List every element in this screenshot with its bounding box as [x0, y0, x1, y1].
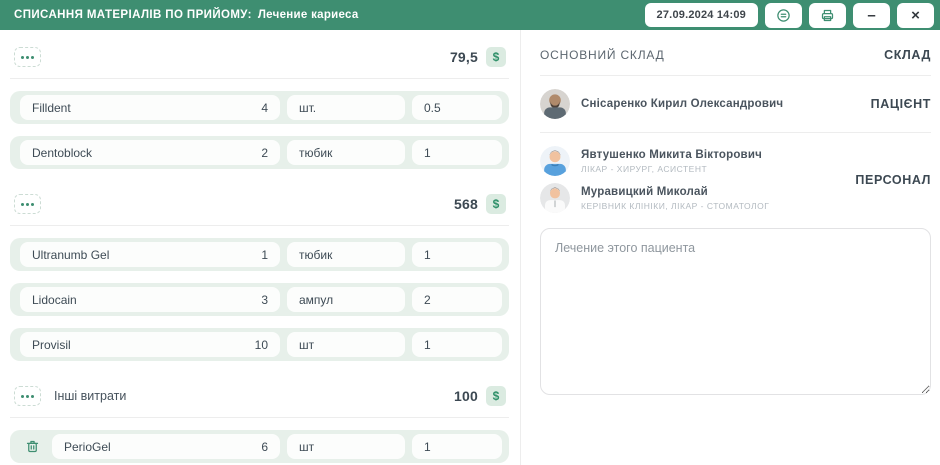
group-options-button[interactable] [14, 47, 41, 67]
staff-name: Явтушенко Микита Вікторович [581, 149, 762, 161]
material-group-other: Інші витрати 100 $ PerioGel 6 шт [10, 384, 509, 463]
equals-circle-icon [776, 8, 791, 23]
material-qty: 1 [261, 248, 268, 262]
material-qty: 2 [261, 146, 268, 160]
materials-panel: 79,5 $ Filldent 4 шт. 0.5 Dentoblock 2 [0, 30, 521, 465]
currency-badge: $ [486, 386, 506, 406]
material-name-field[interactable]: Filldent 4 [20, 95, 280, 120]
group-amount: 100 [454, 388, 478, 404]
material-name: PerioGel [64, 440, 111, 454]
material-qty: 3 [261, 293, 268, 307]
currency-badge: $ [486, 194, 506, 214]
material-row: Lidocain 3 ампул 2 [10, 283, 509, 316]
material-row: Provisil 10 шт 1 [10, 328, 509, 361]
material-rate-field[interactable]: 2 [412, 287, 502, 312]
material-unit-field[interactable]: ампул [287, 287, 405, 312]
material-name-field[interactable]: PerioGel 6 [52, 434, 280, 459]
patient-avatar [540, 89, 570, 119]
note-textarea[interactable]: Лечение этого пациента [540, 228, 931, 395]
trash-icon [25, 439, 40, 454]
group-header: 79,5 $ [10, 45, 509, 69]
staff-row[interactable]: Явтушенко Микита Вікторович ЛІКАР - ХИРУ… [540, 146, 931, 176]
divider [10, 417, 509, 418]
staff-info: Муравицкий Миколай КЕРІВНИК КЛІНІКИ, ЛІК… [581, 186, 769, 211]
titlebar: СПИСАННЯ МАТЕРІАЛІВ ПО ПРИЙОМУ: Лечение … [0, 0, 940, 30]
printer-icon [820, 8, 835, 23]
material-name: Filldent [32, 101, 71, 115]
material-row: Ultranumb Gel 1 тюбик 1 [10, 238, 509, 271]
print-button[interactable] [809, 3, 846, 28]
datetime-field[interactable]: 27.09.2024 14:09 [645, 3, 758, 27]
group-amount: 568 [454, 196, 478, 212]
staff-avatar [540, 183, 570, 213]
divider [540, 75, 931, 76]
material-name: Lidocain [32, 293, 77, 307]
divider [540, 132, 931, 133]
warehouse-row: ОСНОВНИЙ СКЛАД СКЛАД [540, 48, 931, 62]
group-label: Інші витрати [54, 389, 126, 403]
window-title: СПИСАННЯ МАТЕРІАЛІВ ПО ПРИЙОМУ: [14, 9, 252, 21]
material-unit-field[interactable]: шт [287, 332, 405, 357]
material-qty: 6 [261, 440, 268, 454]
material-group-1: 79,5 $ Filldent 4 шт. 0.5 Dentoblock 2 [10, 45, 509, 169]
personnel-section: Явтушенко Микита Вікторович ЛІКАР - ХИРУ… [540, 146, 931, 213]
staff-name: Муравицкий Миколай [581, 186, 769, 198]
material-name-field[interactable]: Ultranumb Gel 1 [20, 242, 280, 267]
group-options-button[interactable] [14, 194, 41, 214]
material-row: Dentoblock 2 тюбик 1 [10, 136, 509, 169]
material-unit-field[interactable]: тюбик [287, 242, 405, 267]
material-unit-field[interactable]: тюбик [287, 140, 405, 165]
main-content: 79,5 $ Filldent 4 шт. 0.5 Dentoblock 2 [0, 30, 940, 465]
staff-avatar [540, 146, 570, 176]
group-options-button[interactable] [14, 386, 41, 406]
warehouse-name[interactable]: ОСНОВНИЙ СКЛАД [540, 48, 665, 62]
group-header: 568 $ [10, 192, 509, 216]
material-rate-field[interactable]: 0.5 [412, 95, 502, 120]
material-qty: 4 [261, 101, 268, 115]
material-unit-field[interactable]: шт. [287, 95, 405, 120]
group-header: Інші витрати 100 $ [10, 384, 509, 408]
minimize-button[interactable]: – [853, 3, 890, 28]
material-rate-field[interactable]: 1 [412, 434, 502, 459]
material-qty: 10 [255, 338, 268, 352]
details-panel: ОСНОВНИЙ СКЛАД СКЛАД Снісаренко Кирил Ол… [521, 30, 940, 465]
material-name: Provisil [32, 338, 71, 352]
procedure-name: Лечение кариеса [258, 9, 359, 21]
material-rate-field[interactable]: 1 [412, 140, 502, 165]
divider [10, 225, 509, 226]
material-unit-field[interactable]: шт [287, 434, 405, 459]
divider [10, 78, 509, 79]
material-row: PerioGel 6 шт 1 [10, 430, 509, 463]
material-rate-field[interactable]: 1 [412, 332, 502, 357]
staff-role: КЕРІВНИК КЛІНІКИ, ЛІКАР - СТОМАТОЛОГ [581, 201, 769, 211]
delete-row-button[interactable] [21, 436, 43, 458]
personnel-label: ПЕРСОНАЛ [855, 173, 931, 187]
material-name: Ultranumb Gel [32, 248, 109, 262]
staff-row[interactable]: Муравицкий Миколай КЕРІВНИК КЛІНІКИ, ЛІК… [540, 183, 931, 213]
material-group-2: 568 $ Ultranumb Gel 1 тюбик 1 Lidocain 3 [10, 192, 509, 361]
patient-name: Снісаренко Кирил Олександрович [581, 98, 783, 110]
material-name: Dentoblock [32, 146, 92, 160]
material-name-field[interactable]: Dentoblock 2 [20, 140, 280, 165]
currency-badge: $ [486, 47, 506, 67]
material-name-field[interactable]: Provisil 10 [20, 332, 280, 357]
patient-row[interactable]: Снісаренко Кирил Олександрович ПАЦІЄНТ [540, 89, 931, 119]
notes-button[interactable] [765, 3, 802, 28]
warehouse-label: СКЛАД [884, 48, 931, 62]
patient-label: ПАЦІЄНТ [871, 97, 931, 111]
staff-info: Явтушенко Микита Вікторович ЛІКАР - ХИРУ… [581, 149, 762, 174]
close-button[interactable]: × [897, 3, 934, 28]
material-row: Filldent 4 шт. 0.5 [10, 91, 509, 124]
writeoff-window: СПИСАННЯ МАТЕРІАЛІВ ПО ПРИЙОМУ: Лечение … [0, 0, 940, 465]
staff-role: ЛІКАР - ХИРУРГ, АСИСТЕНТ [581, 164, 762, 174]
titlebar-controls: 27.09.2024 14:09 – × [645, 3, 934, 28]
material-name-field[interactable]: Lidocain 3 [20, 287, 280, 312]
group-amount: 79,5 [450, 49, 478, 65]
material-rate-field[interactable]: 1 [412, 242, 502, 267]
